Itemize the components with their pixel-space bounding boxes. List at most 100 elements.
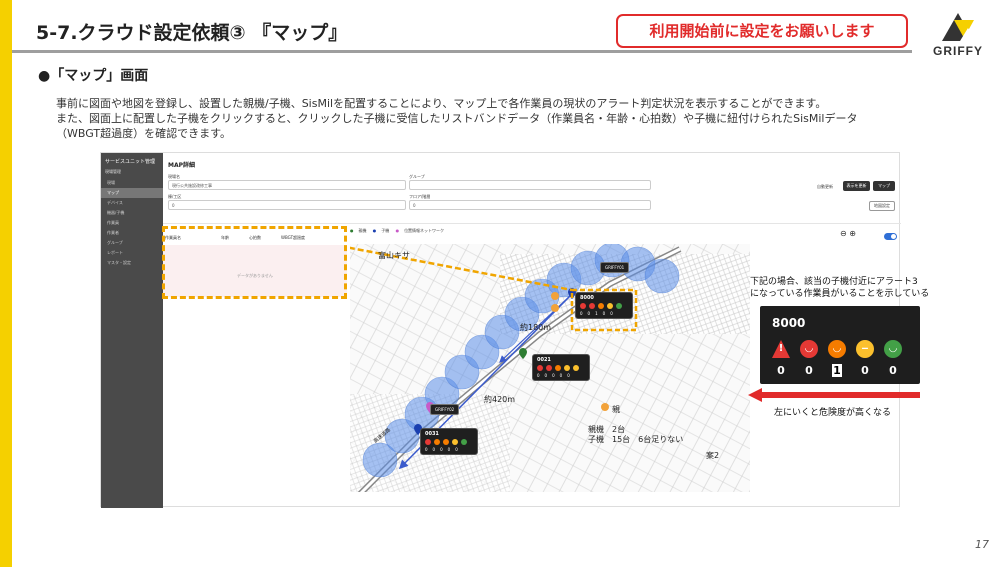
description: 事前に図面や地図を登録し、設置した親機/子機、SisMilを配置することにより、… <box>56 96 916 141</box>
accent-bar <box>0 0 12 567</box>
count-2: 0 <box>552 373 555 378</box>
annotation-note: 下記の場合、該当の子機付近にアラート3 になっている作業員がいることを示している <box>750 276 950 300</box>
left-arrow-icon <box>748 388 920 402</box>
zoom-controls[interactable]: ⊖ ⊕ <box>840 229 856 238</box>
sidebar-subtitle: 現場管理 <box>105 169 121 174</box>
sidebar-item-site[interactable]: 現場 <box>101 178 163 188</box>
distance-label-1: 約180m <box>520 323 552 332</box>
pin-green-icon: ● <box>350 228 354 233</box>
description-line: （WBGT超過度）を確認できます。 <box>56 127 231 140</box>
group-select[interactable] <box>409 180 651 190</box>
note-line: になっている作業員がいることを示している <box>750 289 930 299</box>
upset-face-icon: ◡ <box>828 340 846 358</box>
count-4: 0 <box>610 311 613 316</box>
count-1: 0 <box>544 373 548 378</box>
popup-id: 8000 <box>580 295 594 301</box>
alert-counts: 00100 <box>580 311 628 316</box>
slide-title: 5-7.クラウド設定依頼③ 『マップ』 <box>36 22 348 44</box>
count-1: 0 <box>587 311 591 316</box>
griffy-logo-icon <box>942 13 976 41</box>
title-divider <box>12 50 912 53</box>
child-count: 子機 15台 6台足りない <box>588 435 684 444</box>
count-0: 0 <box>537 373 540 378</box>
smile-face-icon: ◡ <box>884 340 902 358</box>
map-button[interactable]: マップ <box>873 181 895 191</box>
count-4: 0 <box>567 373 570 378</box>
legend-child: 子機 <box>381 228 390 233</box>
auto-refresh-checkbox[interactable]: 自動更新 <box>817 184 833 190</box>
setup-notice-badge: 利用開始前に設定をお願いします <box>616 14 908 48</box>
zoomed-popup-card: 8000 ! ◡ ◡ ‒ ◡ 0 0 1 0 0 <box>760 306 920 384</box>
app-sidebar: サービスユニット管理 現場管理 現場 マップ デバイス 機器/子機 作業員 作業… <box>101 153 163 508</box>
card-counts: 0 0 1 0 0 <box>776 364 898 377</box>
map-settings-button[interactable]: 地図設定 <box>869 201 895 211</box>
alert-counts: 00000 <box>425 447 473 452</box>
legend-network: 位置情報ネットワーク <box>404 228 445 233</box>
popup-id: 0031 <box>425 431 439 437</box>
sidebar-item-device[interactable]: デバイス <box>101 198 163 208</box>
sidebar-item-map[interactable]: マップ <box>101 188 163 198</box>
child-popup[interactable]: 8000 00100 <box>575 292 633 319</box>
update-button[interactable]: 表示を更新 <box>843 181 870 191</box>
site-map[interactable]: 富山キサ GRIFFY01 GRIFFY02 8000 00100 0021 0… <box>350 244 750 492</box>
child-display-toggle[interactable] <box>884 233 897 240</box>
parent-tag: GRIFFY01 <box>600 262 630 273</box>
card-count-highlight: 1 <box>832 364 842 377</box>
sidebar-item-node[interactable]: 機器/子機 <box>101 208 163 218</box>
parent-legend-label: 親 <box>612 405 620 414</box>
count-3: 0 <box>447 447 451 452</box>
building-select[interactable]: 0 <box>168 200 406 210</box>
card-count: 0 <box>805 364 813 377</box>
card-count: 0 <box>777 364 785 377</box>
sidebar-item-worker[interactable]: 作業者 <box>101 228 163 238</box>
card-alert-icons: ! ◡ ◡ ‒ ◡ <box>772 340 902 358</box>
alert-dots <box>537 365 585 371</box>
sidebar-item-report[interactable]: レポート <box>101 248 163 258</box>
count-3: 0 <box>602 311 606 316</box>
popup-id: 0021 <box>537 357 551 363</box>
legend-parent: 親機 <box>358 228 367 233</box>
sidebar-item-settings[interactable]: マスタ・設定 <box>101 258 163 268</box>
section-heading: ●「マップ」画面 <box>38 68 149 84</box>
alert-dots <box>425 439 473 445</box>
angry-face-icon: ◡ <box>800 340 818 358</box>
alert-counts: 00000 <box>537 373 585 378</box>
card-id: 8000 <box>772 316 806 330</box>
sidebar-title: サービスユニット管理 <box>105 159 156 165</box>
description-line: 事前に図面や地図を登録し、設置した親機/子機、SisMilを配置することにより、… <box>56 97 827 110</box>
pin-pink-icon: ● <box>395 228 400 233</box>
map-legend: ● 親機 ● 子機 ● 位置情報ネットワーク <box>350 228 449 234</box>
count-0: 0 <box>425 447 428 452</box>
child-popup[interactable]: 0021 00000 <box>532 354 590 381</box>
arrow-note: 左にいくと危険度が高くなる <box>774 408 892 418</box>
area-label: 富山キサ <box>378 251 410 260</box>
highlight-dashed-box <box>162 226 347 299</box>
count-0: 0 <box>580 311 583 316</box>
child-popup[interactable]: 0031 00000 <box>420 428 478 455</box>
page-number: 17 <box>975 538 989 551</box>
note-line: 下記の場合、該当の子機付近にアラート3 <box>750 277 918 287</box>
count-1: 0 <box>432 447 436 452</box>
count-2: 0 <box>440 447 443 452</box>
divider <box>163 223 901 224</box>
card-count: 0 <box>889 364 897 377</box>
count-3: 0 <box>559 373 563 378</box>
sidebar-item-staff[interactable]: 作業員 <box>101 218 163 228</box>
count-2: 1 <box>595 311 598 316</box>
logo-text: GRIFFY <box>933 44 983 58</box>
card-count: 0 <box>861 364 869 377</box>
neutral-face-icon: ‒ <box>856 340 874 358</box>
description-line: また、図面上に配置した子機をクリックすると、クリックした子機に受信したリストバン… <box>56 112 858 125</box>
sidebar-item-group[interactable]: グループ <box>101 238 163 248</box>
alert-dots <box>580 303 628 309</box>
pin-blue-icon: ● <box>372 228 377 233</box>
count-4: 0 <box>455 447 458 452</box>
page-title: MAP詳細 <box>168 162 196 169</box>
parent-tag: GRIFFY02 <box>430 404 460 415</box>
plan-label: 案2 <box>706 451 720 460</box>
floor-select[interactable]: 0 <box>409 200 651 210</box>
griffy-logo: GRIFFY <box>920 8 996 60</box>
warning-icon: ! <box>772 340 790 358</box>
distance-label-2: 約420m <box>484 395 516 404</box>
site-select[interactable]: 現行公共施設改修工事 <box>168 180 406 190</box>
